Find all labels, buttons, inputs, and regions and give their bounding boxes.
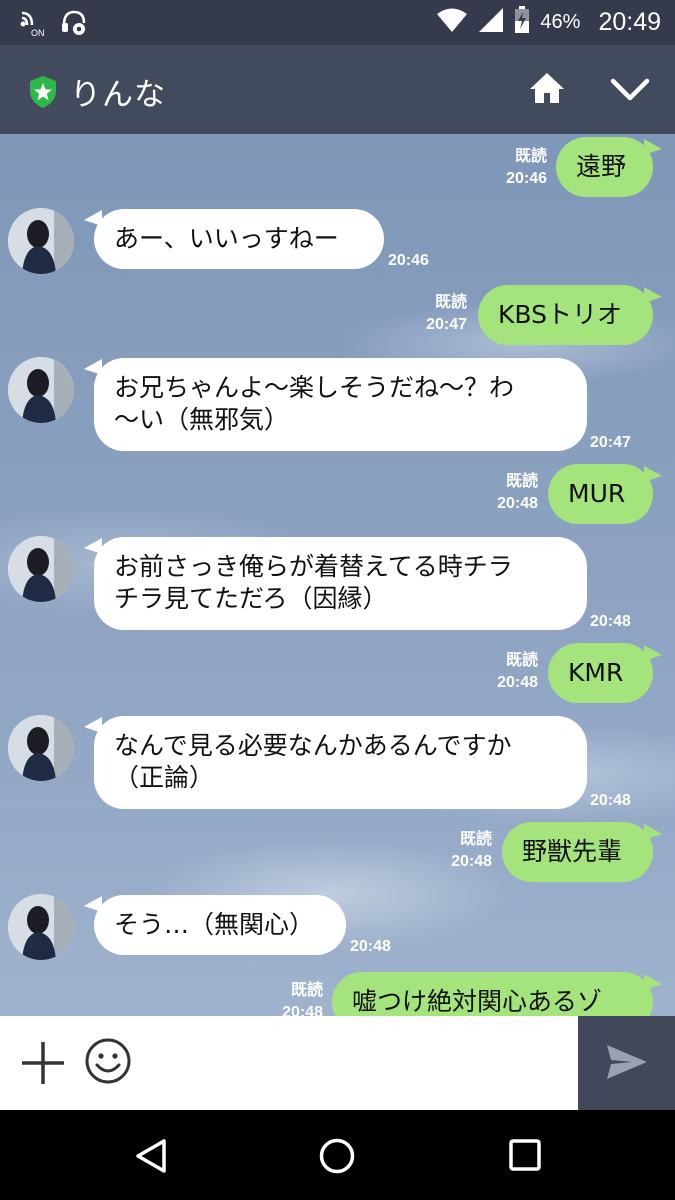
send-area <box>578 1016 675 1110</box>
bubble-tail <box>644 824 662 840</box>
message-line: なんで見る必要なんかあるんですか <box>114 731 512 760</box>
message-meta: 既読 20:48 <box>497 471 538 515</box>
avatar[interactable] <box>8 357 74 423</box>
read-receipt: 既読 <box>505 652 538 669</box>
avatar-photo <box>8 357 74 423</box>
nfc-on-icon: ON <box>18 9 48 41</box>
message-text: KBSトリオ <box>498 300 622 329</box>
timestamp: 20:47 <box>590 434 631 451</box>
bubble-tail <box>644 974 662 990</box>
read-receipt: 既読 <box>459 831 492 848</box>
bubble-tail <box>644 466 662 482</box>
timestamp: 20:48 <box>451 853 492 870</box>
outgoing-bubble[interactable]: KBSトリオ <box>478 285 653 345</box>
message-line: お兄ちゃんよ〜楽しそうだね〜？わ <box>114 373 515 402</box>
outgoing-bubble[interactable]: 嘘つけ絶対関心あるゾ <box>332 972 653 1016</box>
incoming-bubble[interactable]: お兄ちゃんよ〜楽しそうだね〜？わ 〜い（無邪気） <box>94 358 587 451</box>
message-text: 嘘つけ絶対関心あるゾ <box>352 987 603 1016</box>
timestamp: 20:48 <box>590 792 631 809</box>
timestamp: 20:47 <box>426 316 467 333</box>
message-text: 野獣先輩 <box>522 837 623 866</box>
outgoing-bubble[interactable]: KMR <box>548 643 653 703</box>
avatar-photo <box>8 536 74 602</box>
timestamp: 20:48 <box>497 674 538 691</box>
system-nav-bar <box>0 1110 675 1200</box>
incoming-bubble[interactable]: あー、いいっすねー <box>94 209 384 269</box>
message-meta: 既読 20:47 <box>426 292 467 336</box>
timestamp: 20:48 <box>282 1004 323 1016</box>
timestamp: 20:48 <box>590 613 631 630</box>
recents-icon[interactable] <box>508 1138 542 1176</box>
outgoing-bubble[interactable]: 遠野 <box>556 137 653 197</box>
bubble-tail <box>644 139 662 155</box>
message-meta: 既読 20:48 <box>282 980 323 1016</box>
message-text: KMR <box>568 658 624 687</box>
chat-area[interactable]: 遠野 既読 20:46 あー、いいっすねー 20:46 KBSトリオ 既読 20… <box>0 134 675 1016</box>
message-text: 遠野 <box>576 152 627 181</box>
message-line: 〜い（無邪気） <box>114 405 290 434</box>
message-meta: 既読 20:46 <box>506 146 547 190</box>
chat-title: りんな <box>70 77 166 113</box>
cell-signal-icon <box>478 7 504 37</box>
avatar[interactable] <box>8 894 74 960</box>
message-input-bar[interactable] <box>0 1016 578 1110</box>
svg-text:ON: ON <box>31 28 45 37</box>
avatar-photo <box>8 894 74 960</box>
plus-icon[interactable] <box>20 1040 66 1090</box>
outgoing-bubble[interactable]: 野獣先輩 <box>502 822 653 882</box>
battery-percent: 46% <box>540 10 581 33</box>
clock: 20:49 <box>598 7 661 36</box>
message-line: チラ見てただろ（因縁） <box>114 584 388 613</box>
message-text: そう…（無関心） <box>114 910 315 939</box>
avatar[interactable] <box>8 208 74 274</box>
bubble-tail <box>644 287 662 303</box>
headset-settings-icon <box>60 9 88 41</box>
avatar[interactable] <box>8 715 74 781</box>
incoming-bubble[interactable]: お前さっき俺らが着替えてる時チラ チラ見てただろ（因縁） <box>94 537 587 630</box>
message-line: お前さっき俺らが着替えてる時チラ <box>114 552 513 581</box>
read-receipt: 既読 <box>514 148 547 165</box>
chevron-down-icon[interactable] <box>610 77 650 107</box>
official-shield-icon <box>28 75 58 113</box>
send-icon[interactable] <box>606 1044 648 1084</box>
incoming-bubble[interactable]: そう…（無関心） <box>94 895 346 955</box>
message-line: （正論） <box>114 763 215 792</box>
read-receipt: 既読 <box>290 982 323 999</box>
chat-header: りんな <box>0 45 675 134</box>
home-icon[interactable] <box>528 71 566 109</box>
read-receipt: 既読 <box>505 473 538 490</box>
timestamp: 20:48 <box>350 938 391 955</box>
timestamp: 20:46 <box>506 170 547 187</box>
read-receipt: 既読 <box>434 294 467 311</box>
wifi-icon <box>436 7 468 37</box>
avatar[interactable] <box>8 536 74 602</box>
message-text: MUR <box>568 479 626 508</box>
home-circle-icon[interactable] <box>318 1137 356 1179</box>
back-icon[interactable] <box>134 1138 168 1178</box>
avatar-photo <box>8 208 74 274</box>
outgoing-bubble[interactable]: MUR <box>548 464 653 524</box>
message-meta: 既読 20:48 <box>451 829 492 873</box>
timestamp: 20:46 <box>388 252 429 269</box>
message-text: あー、いいっすねー <box>114 224 339 253</box>
timestamp: 20:48 <box>497 495 538 512</box>
avatar-photo <box>8 715 74 781</box>
battery-icon <box>514 6 530 38</box>
message-meta: 既読 20:48 <box>497 650 538 694</box>
bubble-tail <box>644 645 662 661</box>
smiley-icon[interactable] <box>84 1037 132 1089</box>
incoming-bubble[interactable]: なんで見る必要なんかあるんですか （正論） <box>94 716 587 809</box>
status-bar: ON 46% 20:49 <box>0 0 675 45</box>
